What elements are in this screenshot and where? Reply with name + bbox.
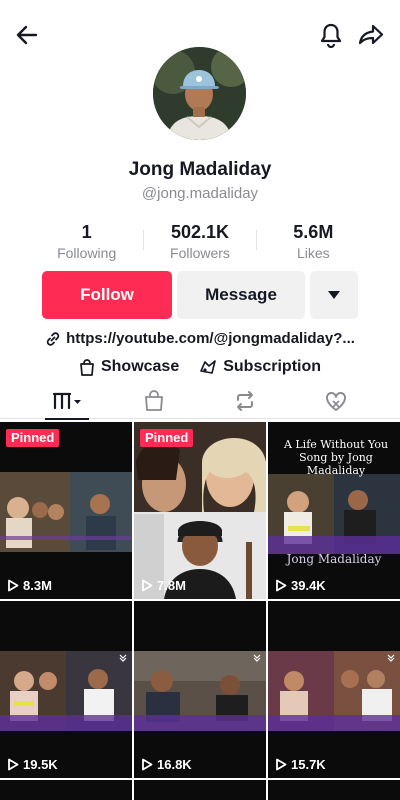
stat-following[interactable]: 1 Following xyxy=(30,222,143,262)
profile-stats: 1 Following 502.1K Followers 5.6M Likes xyxy=(30,222,370,262)
subscription-chip[interactable]: Subscription xyxy=(199,358,321,376)
shopping-bag-icon xyxy=(80,358,94,376)
thumbnail-title: A Life Without You Song by Jong Madalida… xyxy=(283,438,389,477)
view-count: 39.4K xyxy=(275,578,326,593)
video-still xyxy=(0,472,132,552)
video-thumbnail[interactable]: Pinned 8.3M xyxy=(0,422,132,599)
tab-liked[interactable] xyxy=(306,383,366,419)
follow-button[interactable]: Follow xyxy=(42,271,172,319)
stat-value: 502.1K xyxy=(170,222,230,242)
stat-label: Following xyxy=(57,245,117,261)
avatar[interactable] xyxy=(153,47,246,140)
play-outline-icon xyxy=(142,579,153,592)
view-count-text: 8.3M xyxy=(23,578,52,593)
video-thumbnail[interactable]: 15.7K xyxy=(268,601,400,778)
play-outline-icon xyxy=(8,758,19,771)
profile-actions: Follow Message xyxy=(42,271,358,319)
bag-icon xyxy=(145,390,163,411)
chevron-icon xyxy=(119,654,127,662)
profile-handle: @jong.madaliday xyxy=(141,185,259,202)
view-count: 8.3M xyxy=(7,578,52,593)
showcase-label: Showcase xyxy=(100,358,180,375)
message-button[interactable]: Message xyxy=(177,271,305,319)
video-thumbnail[interactable]: Pinned 7.8M xyxy=(134,422,266,599)
tab-videos[interactable] xyxy=(37,383,97,420)
profile-chips: Showcase Subscription xyxy=(0,358,400,376)
triangle-down-icon xyxy=(328,291,340,299)
view-count-text: 19.5K xyxy=(23,757,58,772)
stat-label: Likes xyxy=(296,245,330,261)
video-still xyxy=(134,651,266,731)
video-thumbnail[interactable] xyxy=(268,780,400,800)
view-count: 16.8K xyxy=(141,757,192,772)
bell-icon xyxy=(320,23,342,48)
liked-heart-icon xyxy=(326,392,346,411)
chevron-icon xyxy=(387,654,395,662)
pinned-badge: Pinned xyxy=(140,429,194,447)
view-count-text: 16.8K xyxy=(157,757,192,772)
bio-link-text: https://youtube.com/@jongmadaliday?... xyxy=(66,330,355,347)
play-outline-icon xyxy=(276,758,287,771)
view-count: 19.5K xyxy=(7,757,58,772)
video-thumbnail[interactable] xyxy=(0,780,132,800)
pinned-badge: Pinned xyxy=(6,429,60,447)
video-still xyxy=(0,651,132,731)
view-count: 15.7K xyxy=(275,757,326,772)
notifications-button[interactable] xyxy=(314,18,348,52)
play-outline-icon xyxy=(142,758,153,771)
profile-tabs xyxy=(0,383,400,420)
bio-link[interactable]: https://youtube.com/@jongmadaliday?... xyxy=(0,330,400,347)
video-thumbnail[interactable]: 16.8K xyxy=(134,601,266,778)
repost-icon xyxy=(237,391,253,411)
link-icon xyxy=(45,331,61,347)
video-thumbnail[interactable] xyxy=(134,780,266,800)
subscription-icon xyxy=(200,359,217,374)
view-count: 7.8M xyxy=(141,578,186,593)
back-button[interactable] xyxy=(10,18,44,52)
play-outline-icon xyxy=(8,579,19,592)
view-count-text: 7.8M xyxy=(157,578,186,593)
chevron-icon xyxy=(253,654,261,662)
profile-name: Jong Madaliday xyxy=(128,159,272,180)
thumbnail-artist: Jong Madaliday xyxy=(286,552,382,566)
video-thumbnail[interactable]: A Life Without You Song by Jong Madalida… xyxy=(268,422,400,599)
stat-followers[interactable]: 502.1K Followers xyxy=(143,222,256,262)
stat-value: 1 xyxy=(81,222,92,242)
video-thumbnail[interactable]: 19.5K xyxy=(0,601,132,778)
stat-label: Followers xyxy=(170,245,230,261)
subscription-label: Subscription xyxy=(223,358,322,375)
stat-value: 5.6M xyxy=(293,222,334,242)
share-arrow-icon xyxy=(358,24,384,45)
stat-likes[interactable]: 5.6M Likes xyxy=(257,222,370,262)
share-button[interactable] xyxy=(354,18,388,52)
play-outline-icon xyxy=(276,579,287,592)
videos-grid-icon xyxy=(52,392,81,410)
video-still xyxy=(268,651,400,731)
video-still xyxy=(268,474,400,554)
arrow-left-icon xyxy=(16,25,38,45)
showcase-chip[interactable]: Showcase xyxy=(79,358,179,376)
video-still xyxy=(134,422,266,599)
view-count-text: 15.7K xyxy=(291,757,326,772)
tab-shop[interactable] xyxy=(124,383,184,419)
stat-divider xyxy=(143,230,144,250)
tab-reposts[interactable] xyxy=(215,383,275,419)
stat-divider xyxy=(256,230,257,250)
view-count-text: 39.4K xyxy=(291,578,326,593)
more-options-button[interactable] xyxy=(310,271,358,319)
